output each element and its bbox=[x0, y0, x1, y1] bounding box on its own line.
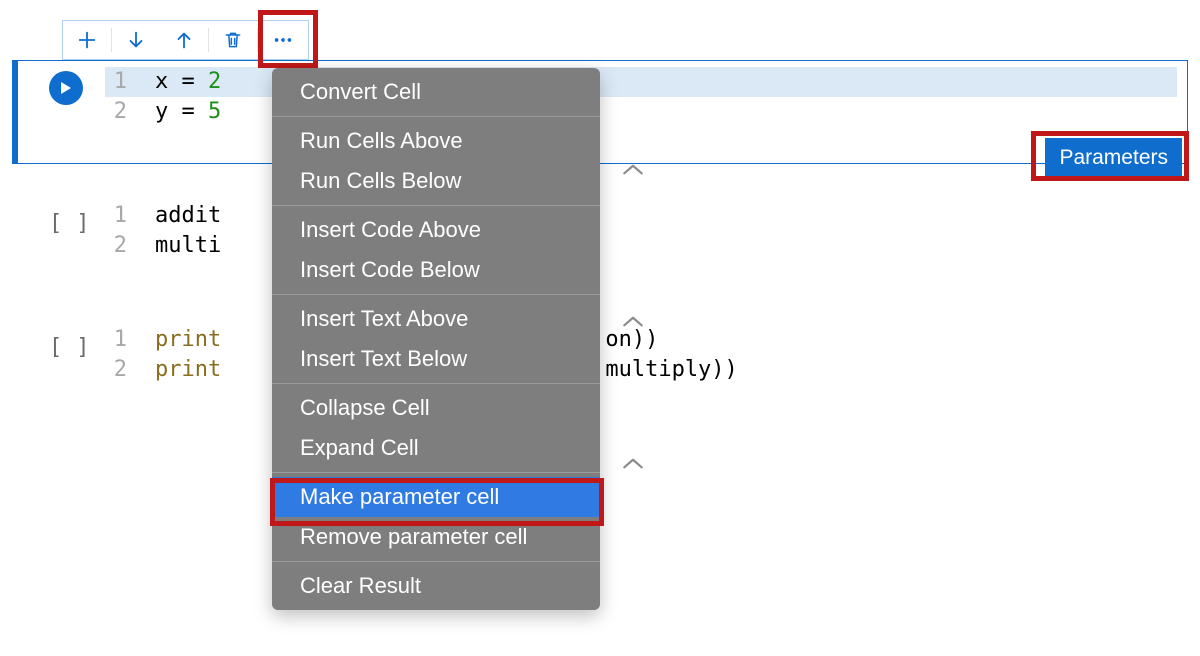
menu-make-parameter-cell[interactable]: Make parameter cell bbox=[272, 477, 600, 517]
code-cell-3[interactable]: [] 1 print on)) 2 print multiply)) bbox=[12, 318, 1188, 422]
code-editor[interactable]: 1 print on)) 2 print multiply)) bbox=[105, 319, 1177, 421]
code-cell-1[interactable]: 1 x = 2 2 y = 5 bbox=[12, 60, 1188, 164]
menu-insert-code-below[interactable]: Insert Code Below bbox=[272, 250, 600, 290]
menu-remove-parameter-cell[interactable]: Remove parameter cell bbox=[272, 517, 600, 557]
menu-insert-text-above[interactable]: Insert Text Above bbox=[272, 299, 600, 339]
line-number: 2 bbox=[105, 231, 155, 261]
delete-cell-button[interactable] bbox=[209, 21, 257, 59]
move-up-button[interactable] bbox=[160, 21, 208, 59]
menu-expand-cell[interactable]: Expand Cell bbox=[272, 428, 600, 468]
play-icon bbox=[59, 81, 73, 95]
arrow-down-icon bbox=[125, 29, 147, 51]
execution-prompt: [] bbox=[49, 329, 90, 360]
code-editor[interactable]: 1 addit 2 multi bbox=[105, 195, 1177, 297]
add-cell-button[interactable] bbox=[63, 21, 111, 59]
cell-actions-menu: Convert Cell Run Cells Above Run Cells B… bbox=[272, 68, 600, 610]
code-editor[interactable]: 1 x = 2 2 y = 5 bbox=[105, 61, 1177, 163]
code-cell-2[interactable]: [] 1 addit 2 multi bbox=[12, 194, 1188, 298]
menu-run-cells-above[interactable]: Run Cells Above bbox=[272, 121, 600, 161]
execution-prompt: [] bbox=[49, 205, 90, 236]
line-number: 1 bbox=[105, 67, 155, 97]
menu-convert-cell[interactable]: Convert Cell bbox=[272, 72, 600, 112]
menu-insert-text-below[interactable]: Insert Text Below bbox=[272, 339, 600, 379]
menu-clear-result[interactable]: Clear Result bbox=[272, 566, 600, 606]
menu-insert-code-above[interactable]: Insert Code Above bbox=[272, 210, 600, 250]
more-actions-button[interactable] bbox=[258, 21, 308, 59]
active-cell-indicator bbox=[13, 61, 18, 163]
line-number: 2 bbox=[105, 355, 155, 385]
ellipsis-icon bbox=[271, 29, 295, 51]
code-line: y = 5 bbox=[155, 97, 221, 127]
cell-toolbar bbox=[62, 20, 309, 60]
line-number: 2 bbox=[105, 97, 155, 127]
line-number: 1 bbox=[105, 325, 155, 355]
parameters-badge: Parameters bbox=[1045, 138, 1182, 178]
code-line: addit bbox=[155, 201, 221, 231]
move-down-button[interactable] bbox=[112, 21, 160, 59]
menu-collapse-cell[interactable]: Collapse Cell bbox=[272, 388, 600, 428]
run-cell-button[interactable] bbox=[49, 71, 83, 105]
arrow-up-icon bbox=[173, 29, 195, 51]
line-number: 1 bbox=[105, 201, 155, 231]
code-line: x = 2 bbox=[155, 67, 221, 97]
chevron-up-icon bbox=[620, 452, 646, 478]
menu-run-cells-below[interactable]: Run Cells Below bbox=[272, 161, 600, 201]
code-line: multi bbox=[155, 231, 221, 261]
plus-icon bbox=[76, 29, 98, 51]
trash-icon bbox=[223, 29, 243, 51]
